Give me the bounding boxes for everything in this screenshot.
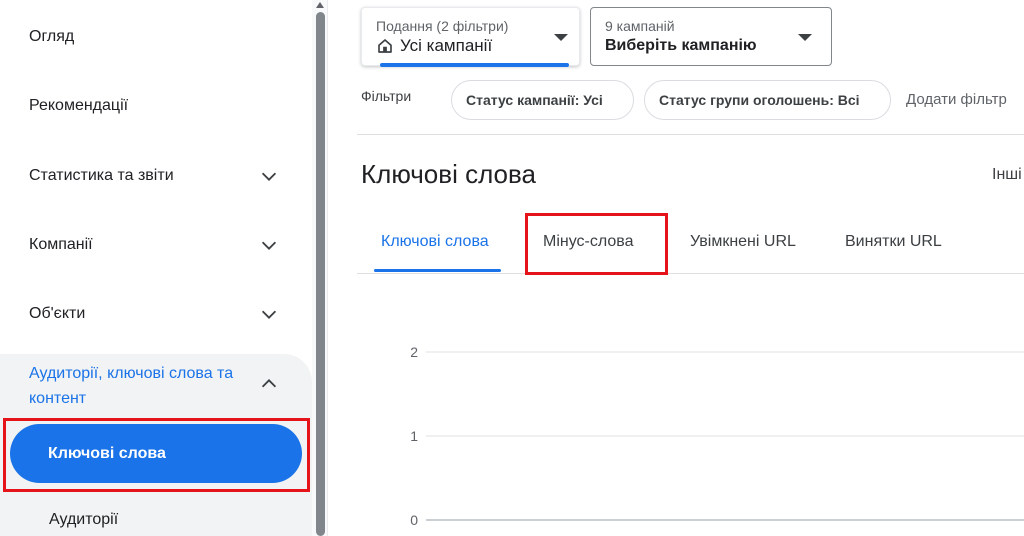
- tab-enabled-urls[interactable]: Увімкнені URL: [690, 233, 796, 251]
- campaign-dropdown-label: 9 кампаній: [605, 18, 675, 34]
- campaign-dropdown-value: Виберіть кампанію: [605, 37, 757, 54]
- chevron-down-icon: [258, 303, 280, 325]
- other-menu-button[interactable]: Інші: [992, 166, 1022, 184]
- sidebar-item-overview[interactable]: Огляд: [0, 7, 312, 67]
- filter-chip-label: Статус кампанії: Усі: [466, 92, 603, 108]
- sidebar-item-audiences[interactable]: Аудиторії: [49, 511, 118, 529]
- add-filter-button[interactable]: Додати фільтр: [906, 91, 1007, 108]
- filters-label: Фільтри: [361, 88, 412, 104]
- filter-chip-campaign-status[interactable]: Статус кампанії: Усі: [451, 80, 634, 120]
- campaign-dropdown[interactable]: 9 кампаній Виберіть кампанію: [590, 7, 832, 66]
- sidebar-item-label: Компанії: [29, 236, 93, 253]
- filter-chip-label: Статус групи оголошень: Всі: [659, 92, 860, 108]
- performance-chart: 2 1 0: [410, 344, 1024, 528]
- chevron-down-icon: [258, 234, 280, 256]
- sidebar-item-label: Рекомендації: [29, 97, 129, 114]
- sidebar-scrollbar-thumb[interactable]: [316, 12, 325, 536]
- sidebar-item-recommendations[interactable]: Рекомендації: [0, 76, 312, 136]
- sidebar-item-assets[interactable]: Об'єкти: [0, 284, 312, 344]
- tab-url-exclusions[interactable]: Винятки URL: [845, 233, 942, 251]
- view-dropdown[interactable]: Подання (2 фільтри) Усі кампанії: [361, 7, 580, 67]
- y-tick-label: 0: [410, 512, 418, 528]
- view-dropdown-label: Подання (2 фільтри): [376, 18, 509, 34]
- scroll-up-arrow-icon[interactable]: [316, 2, 324, 8]
- tab-active-indicator: [374, 269, 501, 272]
- annotation-highlight-box: [3, 418, 310, 492]
- divider: [357, 134, 1024, 135]
- y-tick-label: 1: [410, 428, 418, 444]
- dropdown-arrow-icon: [554, 34, 568, 41]
- page-title: Ключові слова: [361, 159, 536, 189]
- sidebar-item-label: Огляд: [29, 28, 75, 45]
- dropdown-arrow-icon: [798, 34, 812, 41]
- sidebar-item-label: Об'єкти: [29, 305, 86, 322]
- divider: [357, 273, 1024, 274]
- view-dropdown-value-row: Усі кампанії: [376, 35, 565, 57]
- sidebar-item-label: Статистика та звіти: [29, 167, 174, 184]
- chevron-up-icon[interactable]: [258, 373, 280, 395]
- filter-chip-adgroup-status[interactable]: Статус групи оголошень: Всі: [644, 80, 891, 120]
- sidebar-item-insights-reports[interactable]: Статистика та звіти: [0, 146, 312, 206]
- sidebar-group-audiences-label[interactable]: Аудиторії, ключові слова та контент: [29, 361, 249, 411]
- y-tick-label: 2: [410, 344, 418, 360]
- home-icon: [376, 37, 394, 55]
- view-dropdown-value: Усі кампанії: [400, 36, 493, 55]
- sidebar-item-campaigns[interactable]: Компанії: [0, 215, 312, 275]
- tab-keywords[interactable]: Ключові слова: [381, 233, 489, 251]
- chevron-down-icon: [258, 165, 280, 187]
- annotation-highlight-box: [525, 213, 668, 275]
- sidebar: Огляд Рекомендації Статистика та звіти К…: [0, 0, 312, 536]
- main-content: Подання (2 фільтри) Усі кампанії 9 кампа…: [329, 0, 1024, 536]
- view-dropdown-active-indicator: [380, 63, 569, 67]
